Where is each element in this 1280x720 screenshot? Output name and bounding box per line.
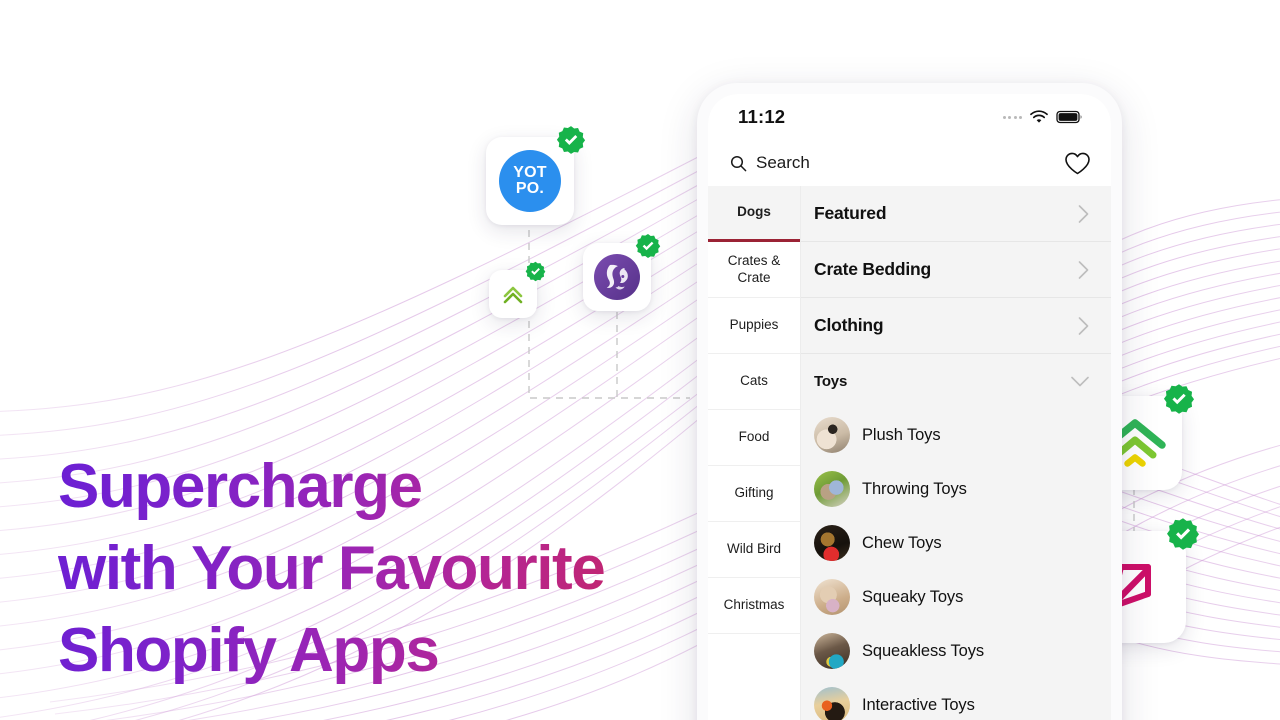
chevron-right-icon bbox=[1078, 260, 1089, 279]
product-label: Squeaky Toys bbox=[862, 587, 964, 606]
category-item-wild-bird[interactable]: Wild Bird bbox=[708, 522, 800, 578]
page-headline: Supercharge with Your Favourite Shopify … bbox=[58, 446, 698, 691]
yotpo-logo: YOT PO. bbox=[499, 150, 561, 212]
app-badge-green-chevron[interactable] bbox=[489, 261, 546, 318]
product-thumbnail bbox=[814, 687, 850, 720]
section-label: Clothing bbox=[814, 315, 884, 335]
product-thumbnail bbox=[814, 633, 850, 669]
category-item-cats[interactable]: Cats bbox=[708, 354, 800, 410]
section-label: Toys bbox=[814, 372, 848, 390]
product-item-plush-toys[interactable]: Plush Toys bbox=[801, 408, 1111, 462]
heart-outline-icon[interactable] bbox=[1064, 151, 1091, 176]
yotpo-logo-line1: YOT bbox=[513, 163, 547, 181]
product-item-throwing-toys[interactable]: Throwing Toys bbox=[801, 462, 1111, 516]
verified-check-icon bbox=[1167, 518, 1199, 550]
product-thumbnail bbox=[814, 471, 850, 507]
verified-check-icon bbox=[1163, 384, 1195, 414]
verified-check-icon bbox=[635, 233, 661, 259]
promo-banner: Supercharge with Your Favourite Shopify … bbox=[0, 0, 1280, 720]
chevron-right-icon bbox=[1078, 204, 1089, 223]
phone-screen: 11:12 Search Dogs Crates & Crate Puppies… bbox=[708, 94, 1111, 720]
product-item-interactive-toys[interactable]: Interactive Toys bbox=[801, 678, 1111, 720]
app-badge-purple-lion[interactable] bbox=[583, 233, 661, 311]
section-label: Featured bbox=[814, 203, 887, 223]
search-bar[interactable]: Search bbox=[708, 140, 1111, 186]
section-row-clothing[interactable]: Clothing bbox=[801, 298, 1111, 354]
search-input[interactable]: Search bbox=[756, 153, 810, 173]
catalog-list: Featured Crate Bedding Clothing Toys Plu… bbox=[801, 186, 1111, 720]
app-badge-yotpo[interactable]: YOT PO. bbox=[486, 126, 586, 225]
category-item-gifting[interactable]: Gifting bbox=[708, 466, 800, 522]
product-thumbnail bbox=[814, 417, 850, 453]
product-item-squeakless-toys[interactable]: Squeakless Toys bbox=[801, 624, 1111, 678]
signal-dots-icon bbox=[1002, 115, 1022, 119]
battery-full-icon bbox=[1056, 110, 1082, 124]
product-thumbnail bbox=[814, 525, 850, 561]
product-item-squeaky-toys[interactable]: Squeaky Toys bbox=[801, 570, 1111, 624]
section-label: Crate Bedding bbox=[814, 259, 931, 279]
category-item-crates-crate[interactable]: Crates & Crate bbox=[708, 242, 800, 298]
status-clock: 11:12 bbox=[738, 106, 786, 127]
product-label: Plush Toys bbox=[862, 425, 941, 444]
section-row-featured[interactable]: Featured bbox=[801, 186, 1111, 242]
category-item-dogs[interactable]: Dogs bbox=[708, 186, 800, 242]
product-label: Chew Toys bbox=[862, 533, 942, 552]
chevron-right-icon bbox=[1078, 316, 1089, 335]
chevron-down-icon bbox=[1071, 376, 1089, 386]
search-icon bbox=[730, 155, 747, 171]
double-chevron-up-icon bbox=[503, 286, 523, 304]
verified-check-icon bbox=[525, 261, 546, 282]
product-label: Interactive Toys bbox=[862, 695, 975, 714]
section-row-toys[interactable]: Toys bbox=[801, 354, 1111, 408]
category-item-christmas[interactable]: Christmas bbox=[708, 578, 800, 634]
status-bar: 11:12 bbox=[708, 94, 1111, 140]
product-label: Throwing Toys bbox=[862, 479, 967, 498]
wifi-icon bbox=[1030, 110, 1048, 123]
catalog-body: Dogs Crates & Crate Puppies Cats Food Gi… bbox=[708, 186, 1111, 720]
phone-mockup: 11:12 Search Dogs Crates & Crate Puppies… bbox=[697, 83, 1122, 720]
category-item-puppies[interactable]: Puppies bbox=[708, 298, 800, 354]
category-rail[interactable]: Dogs Crates & Crate Puppies Cats Food Gi… bbox=[708, 186, 801, 720]
section-row-crate-bedding[interactable]: Crate Bedding bbox=[801, 242, 1111, 298]
verified-check-icon bbox=[556, 126, 586, 154]
purple-lion-logo bbox=[594, 254, 640, 300]
category-item-food[interactable]: Food bbox=[708, 410, 800, 466]
product-label: Squeakless Toys bbox=[862, 641, 985, 660]
product-item-chew-toys[interactable]: Chew Toys bbox=[801, 516, 1111, 570]
yotpo-logo-line2: PO. bbox=[515, 180, 545, 197]
product-thumbnail bbox=[814, 579, 850, 615]
